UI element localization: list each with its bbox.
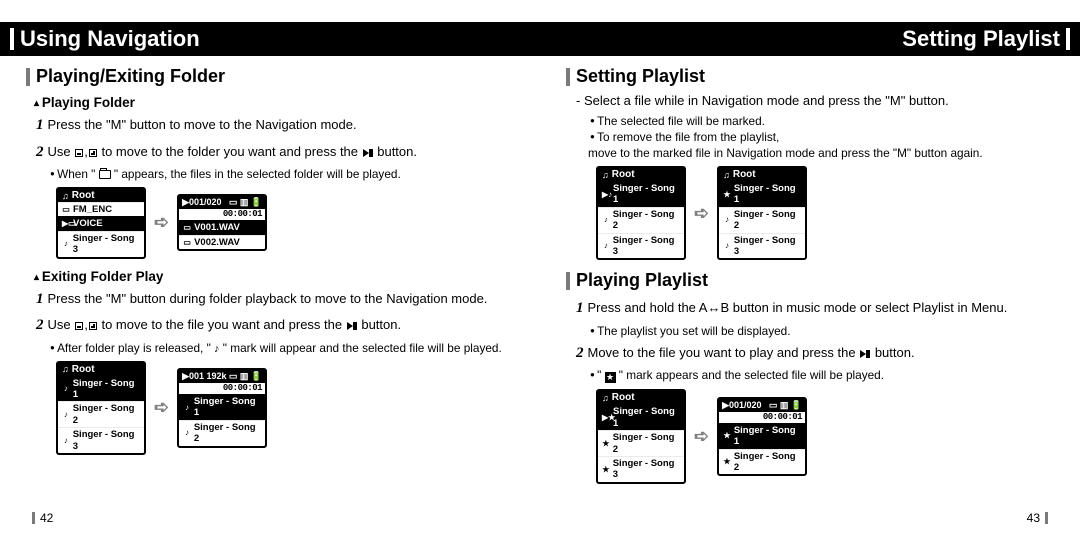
arrow-icon: ➪ bbox=[694, 426, 709, 447]
minus-icon bbox=[75, 322, 83, 330]
step: 1Press the "M" button to move to the Nav… bbox=[36, 114, 514, 137]
subheading-exiting-folder: Exiting Folder Play bbox=[34, 269, 514, 284]
bullet: The playlist you set will be displayed. bbox=[590, 324, 1054, 338]
section-heading: Playing/Exiting Folder bbox=[26, 66, 514, 87]
section-heading: Playing Playlist bbox=[566, 270, 1054, 291]
page-number: 42 bbox=[32, 511, 53, 525]
lcd-screenshot: ♫Root ♪Singer - Song 1 ♪Singer - Song 2 … bbox=[56, 361, 146, 455]
lcd-screenshot: ▶001/020▭ ▥ 🔋 00:00:01 ★Singer - Song 1 … bbox=[717, 397, 807, 477]
bullet: After folder play is released, " ♪ " mar… bbox=[50, 341, 514, 355]
step: 1Press and hold the A↔B button in music … bbox=[576, 297, 1054, 320]
step: 1Press the "M" button during folder play… bbox=[36, 288, 514, 311]
pause-icon bbox=[369, 149, 373, 157]
arrow-icon: ➪ bbox=[154, 397, 169, 418]
minus-icon bbox=[75, 149, 83, 157]
plus-icon bbox=[89, 149, 97, 157]
page-title-right: Setting Playlist bbox=[540, 22, 1080, 56]
subheading-playing-folder: Playing Folder bbox=[34, 95, 514, 110]
page-number: 43 bbox=[1027, 511, 1048, 525]
folder-icon bbox=[99, 170, 111, 179]
lcd-screenshot: ▶001 192k▭ ▥ 🔋 00:00:01 ♪Singer - Song 1… bbox=[177, 368, 267, 448]
step: 2Use , to move to the file you want and … bbox=[36, 314, 514, 337]
intro-line: - Select a file while in Navigation mode… bbox=[576, 93, 1054, 108]
page-title-left: Using Navigation bbox=[0, 22, 540, 56]
bullet: When " " appears, the files in the selec… bbox=[50, 167, 514, 181]
plus-icon bbox=[89, 322, 97, 330]
lcd-screenshot: ♫Root ▶★Singer - Song 1 ★Singer - Song 2… bbox=[596, 389, 686, 483]
arrow-icon: ➪ bbox=[694, 203, 709, 224]
pause-icon bbox=[353, 322, 357, 330]
bullet: The selected file will be marked. bbox=[590, 114, 1054, 128]
section-heading: Setting Playlist bbox=[566, 66, 1054, 87]
bullet-continuation: move to the marked file in Navigation mo… bbox=[600, 146, 1054, 160]
step: 2Move to the file you want to play and p… bbox=[576, 342, 1054, 365]
lcd-screenshot: ♫Root ▭FM_ENC ▶▭VOICE ♪Singer - Song 3 bbox=[56, 187, 146, 259]
star-icon: ★ bbox=[605, 372, 616, 383]
bullet: " ★ " mark appears and the selected file… bbox=[590, 368, 1054, 383]
step: 2Use , to move to the folder you want an… bbox=[36, 141, 514, 164]
arrow-icon: ➪ bbox=[154, 212, 169, 233]
lcd-screenshot: ♫Root ▶♪Singer - Song 1 ♪Singer - Song 2… bbox=[596, 166, 686, 260]
pause-icon bbox=[866, 350, 870, 358]
lcd-screenshot: ♫Root ★Singer - Song 1 ♪Singer - Song 2 … bbox=[717, 166, 807, 260]
bullet: To remove the file from the playlist, bbox=[590, 130, 1054, 144]
lcd-screenshot: ▶001/020▭ ▥ 🔋 00:00:01 ▭V001.WAV ▭V002.W… bbox=[177, 194, 267, 251]
